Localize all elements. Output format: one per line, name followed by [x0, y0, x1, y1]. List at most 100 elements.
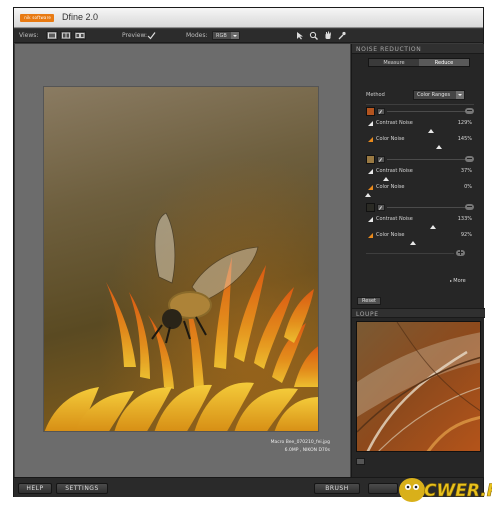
contrast-icon: [368, 217, 373, 222]
color-icon: [368, 233, 373, 238]
color-noise-row: Color Noise 0%: [366, 184, 474, 192]
slider-thumb[interactable]: [429, 225, 436, 229]
single-view-icon: [48, 32, 56, 39]
divider: [387, 159, 467, 160]
divider: [387, 111, 467, 112]
single-view-button[interactable]: [46, 31, 58, 40]
color-swatch[interactable]: [366, 155, 375, 164]
remove-range-button[interactable]: [465, 204, 474, 210]
tab-reduce[interactable]: Reduce: [419, 59, 469, 66]
slider-thumb[interactable]: [365, 193, 371, 197]
slider-thumb[interactable]: [435, 145, 442, 149]
split-view-icon: [62, 32, 70, 39]
color-swatch[interactable]: [366, 107, 375, 116]
contrast-noise-slider[interactable]: [368, 129, 466, 133]
preview-label: Preview:: [122, 32, 148, 39]
mode-tabs: Measure Reduce: [368, 58, 470, 67]
method-label: Method: [366, 92, 385, 98]
reset-button[interactable]: Reset: [357, 297, 381, 305]
eyedropper-icon[interactable]: [377, 156, 385, 163]
nik-logo: nik software: [20, 14, 54, 22]
side-by-side-icon: [75, 33, 85, 38]
image-filename: Macro Bee_070210_fei.jpg: [270, 440, 330, 445]
add-range-button[interactable]: [456, 250, 465, 256]
eyedropper-icon[interactable]: [377, 204, 385, 211]
svg-text:CWER.RU: CWER.RU: [424, 481, 492, 501]
help-button[interactable]: HELP: [18, 483, 52, 494]
slider-thumb[interactable]: [410, 241, 417, 245]
preview-image: [43, 86, 319, 432]
modes-value: RGB: [216, 33, 227, 39]
contrast-icon: [368, 169, 373, 174]
loupe-view[interactable]: [356, 321, 481, 452]
eyedropper-icon: [338, 31, 346, 40]
color-icon: [368, 137, 373, 142]
color-noise-row: Color Noise 145%: [366, 136, 474, 144]
preview-checkbox-icon: [147, 32, 156, 40]
contrast-noise-row: Contrast Noise 129%: [366, 120, 474, 128]
modes-select[interactable]: RGB: [212, 31, 240, 40]
color-noise-slider[interactable]: [368, 241, 466, 245]
color-swatch[interactable]: [366, 203, 375, 212]
bottom-extra-button[interactable]: [368, 483, 398, 494]
views-label: Views:: [19, 32, 39, 39]
color-icon: [368, 185, 373, 190]
contrast-noise-value: 129%: [457, 120, 472, 126]
color-noise-slider[interactable]: [365, 193, 466, 197]
preview-area[interactable]: Macro Bee_070210_fei.jpg 6.0MP , NIKON D…: [15, 44, 350, 477]
contrast-noise-value: 37%: [460, 168, 472, 174]
color-noise-value: 145%: [457, 136, 472, 142]
color-noise-value: 0%: [464, 184, 472, 190]
hand-tool-button[interactable]: [323, 31, 333, 40]
logo-text: nik software: [24, 15, 51, 20]
slider-thumb[interactable]: [427, 129, 434, 133]
contrast-noise-row: Contrast Noise 133%: [366, 216, 474, 224]
chevron-down-icon: [231, 32, 239, 39]
side-by-side-button[interactable]: [74, 31, 86, 40]
color-noise-label: Color Noise: [376, 232, 405, 238]
method-select[interactable]: Color Ranges: [413, 90, 465, 100]
split-view-button[interactable]: [60, 31, 72, 40]
color-range-header: [366, 155, 474, 164]
divider: [387, 207, 467, 208]
contrast-noise-label: Contrast Noise: [376, 120, 413, 126]
color-noise-row: Color Noise 92%: [366, 232, 474, 240]
color-range-header: [366, 203, 474, 212]
contrast-noise-label: Contrast Noise: [376, 216, 413, 222]
zoom-tool-button[interactable]: [309, 31, 319, 40]
eyedropper-tool-button[interactable]: [337, 31, 347, 40]
method-value: Color Ranges: [417, 92, 451, 98]
slider-thumb[interactable]: [382, 177, 389, 181]
tab-measure[interactable]: Measure: [369, 59, 419, 66]
contrast-noise-label: Contrast Noise: [376, 168, 413, 174]
settings-button[interactable]: SETTINGS: [56, 483, 108, 494]
contrast-noise-slider[interactable]: [368, 177, 466, 181]
color-noise-slider[interactable]: [368, 145, 466, 149]
color-range-header: [366, 107, 474, 116]
pointer-icon: [297, 32, 303, 40]
zoom-icon: [309, 31, 318, 40]
brush-button[interactable]: BRUSH: [314, 483, 360, 494]
contrast-noise-row: Contrast Noise 37%: [366, 168, 474, 176]
watermark-logo: CWER.RU: [396, 468, 492, 506]
preview-toggle[interactable]: [147, 31, 156, 40]
image-info: 6.0MP , NIKON D70s: [284, 448, 330, 453]
eyedropper-icon[interactable]: [377, 108, 385, 115]
contrast-noise-value: 133%: [457, 216, 472, 222]
hand-icon: [325, 31, 331, 39]
contrast-noise-slider[interactable]: [368, 225, 466, 229]
chevron-down-icon: [456, 91, 464, 99]
loupe-pin-button[interactable]: [356, 458, 365, 465]
divider: [366, 104, 474, 105]
remove-range-button[interactable]: [465, 108, 474, 114]
remove-range-button[interactable]: [465, 156, 474, 162]
pointer-tool-button[interactable]: [295, 31, 305, 40]
title-bar: nik software Dfine 2.0: [14, 8, 483, 28]
modes-label: Modes:: [186, 32, 208, 39]
more-button[interactable]: More: [450, 278, 465, 284]
divider: [366, 253, 454, 254]
loupe-header: LOUPE: [352, 308, 485, 318]
control-panel: NOISE REDUCTION Measure Reduce Method Co…: [351, 44, 485, 477]
color-noise-value: 92%: [460, 232, 472, 238]
toolbar: Views: Preview: Modes: RGB: [14, 29, 483, 43]
